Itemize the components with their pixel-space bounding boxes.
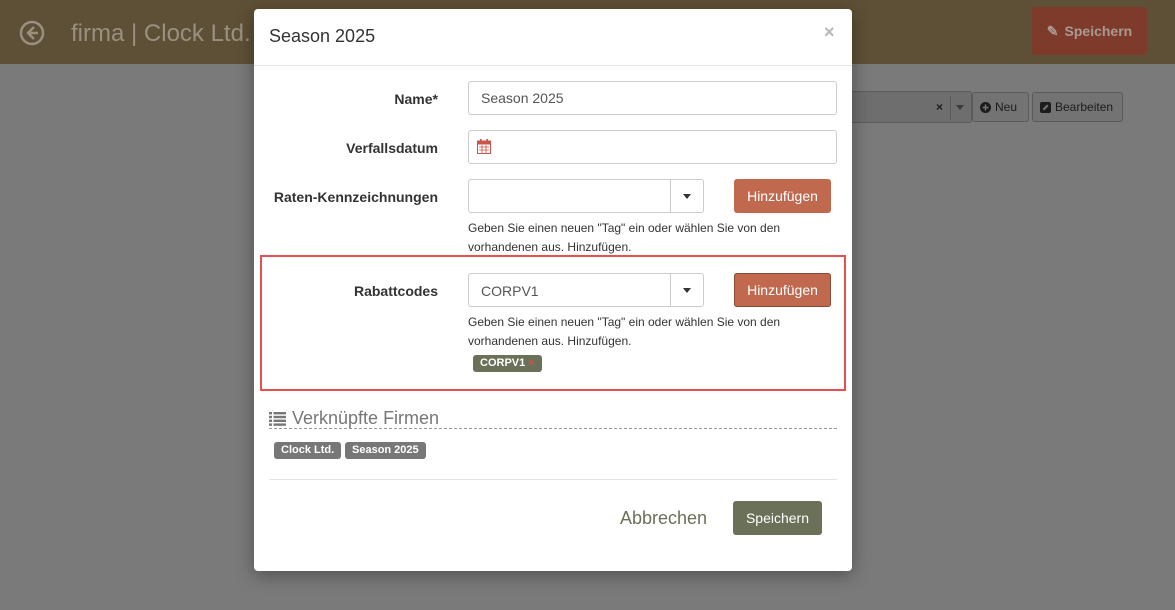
- app-title: firma | Clock Ltd.: [71, 20, 251, 47]
- name-label: Name*: [394, 91, 438, 107]
- edit-button[interactable]: Bearbeiten: [1032, 92, 1123, 122]
- linked-company-tag: Season 2025: [345, 442, 426, 459]
- discount-codes-value: CORPV1: [481, 283, 539, 299]
- new-button-label: Neu: [995, 100, 1018, 114]
- linked-companies-title: Verknüpfte Firmen: [292, 408, 440, 428]
- calendar-icon[interactable]: [477, 139, 491, 154]
- chevron-down-icon[interactable]: [683, 194, 691, 199]
- discount-code-tag-label: CORPV1: [480, 357, 526, 369]
- edit-button-label: Bearbeiten: [1055, 100, 1114, 114]
- expiry-date-input[interactable]: [468, 130, 837, 164]
- discount-codes-select[interactable]: CORPV1: [468, 273, 704, 307]
- discount-codes-separator: [670, 274, 671, 306]
- edit-square-icon: [1040, 101, 1051, 113]
- pencil-icon: ✎: [1046, 22, 1059, 39]
- save-button[interactable]: Speichern: [733, 501, 822, 535]
- rate-tags-select[interactable]: [468, 179, 704, 213]
- back-arrow-icon[interactable]: [19, 20, 45, 46]
- plus-circle-icon: [980, 101, 991, 113]
- name-input[interactable]: Season 2025: [468, 81, 837, 115]
- name-input-value: Season 2025: [481, 90, 564, 106]
- app-save-label: Speichern: [1064, 23, 1133, 39]
- discount-codes-help-text: Geben Sie einen neuen "Tag" ein oder wäh…: [468, 315, 781, 348]
- modal-title: Season 2025: [269, 26, 376, 46]
- rate-tags-add-button[interactable]: Hinzufügen: [734, 179, 831, 213]
- app-save-button[interactable]: ✎ Speichern: [1032, 7, 1147, 55]
- clear-icon[interactable]: ×: [936, 100, 943, 114]
- list-icon: [269, 411, 286, 426]
- linked-companies-heading: Verknüpfte Firmen: [269, 408, 439, 429]
- modal-footer-divider: [269, 479, 837, 480]
- modal-header-divider: [254, 65, 852, 66]
- discount-codes-add-button[interactable]: Hinzufügen: [734, 273, 831, 307]
- chevron-down-icon[interactable]: [956, 105, 964, 110]
- rate-tags-label: Raten-Kennzeichnungen: [273, 189, 438, 205]
- linked-companies-divider: [269, 428, 837, 429]
- background-select[interactable]: ×: [852, 91, 972, 123]
- chevron-down-icon[interactable]: [683, 288, 691, 293]
- remove-tag-icon[interactable]: ×: [528, 357, 534, 369]
- discount-codes-label: Rabattcodes: [353, 283, 438, 299]
- season-modal: Season 2025 × Name* Season 2025 Verfalls…: [254, 9, 852, 571]
- new-button[interactable]: Neu: [972, 92, 1029, 122]
- linked-company-tag: Clock Ltd.: [274, 442, 342, 459]
- rate-tags-separator: [670, 180, 671, 212]
- close-icon[interactable]: ×: [824, 22, 835, 43]
- select-separator: [950, 96, 951, 120]
- expiry-date-label: Verfallsdatum: [346, 140, 438, 156]
- rate-tags-help-text: Geben Sie einen neuen "Tag" ein oder wäh…: [468, 221, 781, 254]
- cancel-button[interactable]: Abbrechen: [620, 508, 707, 529]
- discount-code-tag: CORPV1 ×: [473, 355, 542, 372]
